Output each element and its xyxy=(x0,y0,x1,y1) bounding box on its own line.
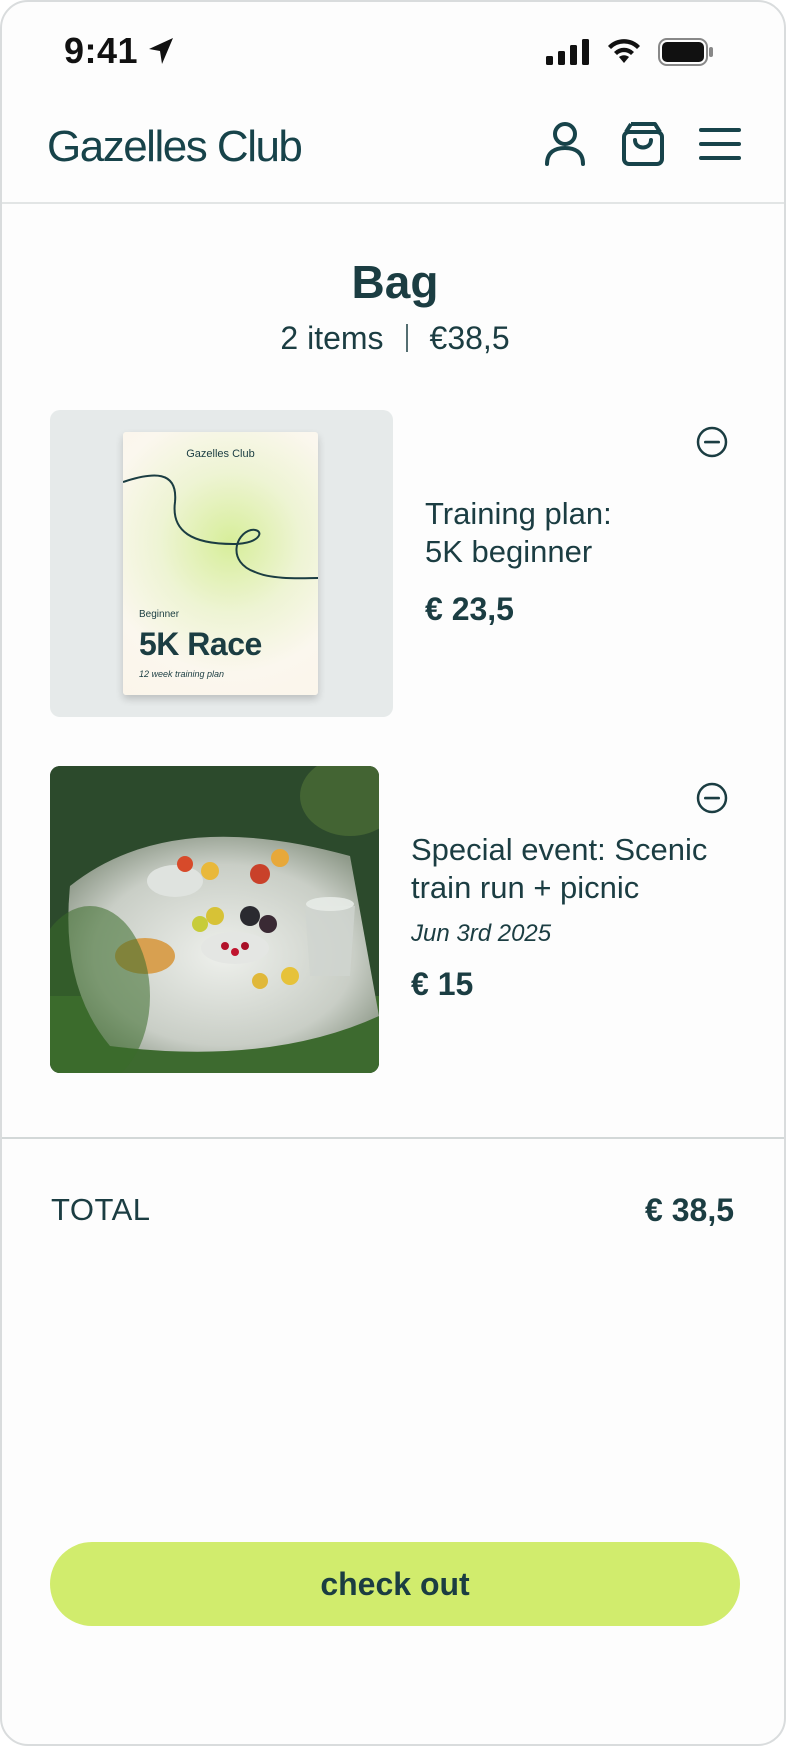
battery-icon xyxy=(658,38,713,66)
booklet-cover: Gazelles Club Beginner 5K Race 12 week t… xyxy=(123,432,318,695)
page-title: Bag xyxy=(351,256,439,308)
item-name-line: train run + picnic xyxy=(411,870,640,905)
summary-separator xyxy=(405,324,408,352)
location-arrow-icon xyxy=(149,38,173,64)
booklet-level: Beginner xyxy=(139,609,180,620)
status-indicators xyxy=(546,38,714,66)
item-name-line: Training plan: xyxy=(425,496,612,531)
item-price: € 15 xyxy=(411,966,474,1002)
checkout-button[interactable]: check out xyxy=(50,1542,740,1626)
item-name[interactable]: Training plan: 5K beginner xyxy=(425,495,612,571)
item-name-line: Special event: Scenic xyxy=(411,832,708,867)
user-icon[interactable] xyxy=(543,120,587,168)
item-name-line: 5K beginner xyxy=(425,534,593,569)
total-divider xyxy=(2,1137,784,1139)
item-count: 2 items xyxy=(280,320,384,356)
shopping-bag-icon[interactable] xyxy=(620,120,666,168)
booklet-title: 5K Race xyxy=(139,626,262,662)
booklet-brand: Gazelles Club xyxy=(186,448,255,460)
app-header: Gazelles Club xyxy=(2,102,784,204)
booklet-subtitle: 12 week training plan xyxy=(139,669,225,679)
status-time: 9:41 xyxy=(64,30,139,71)
bag-summary: 2 items €38,5 xyxy=(2,320,784,357)
picnic-image xyxy=(50,766,379,1073)
signal-icon xyxy=(546,39,589,65)
total-value: € 38,5 xyxy=(645,1192,734,1228)
total-label: TOTAL xyxy=(51,1192,151,1227)
picnic-event-photo[interactable] xyxy=(50,766,379,1073)
hamburger-menu-icon[interactable] xyxy=(698,126,742,162)
item-name[interactable]: Special event: Scenic train run + picnic xyxy=(411,831,707,907)
wifi-icon xyxy=(608,39,640,63)
brand-logo[interactable]: Gazelles Club xyxy=(47,122,303,172)
phone-frame: 9:41 Gazelles Club Bag 2 items €38,5 Gaz… xyxy=(0,0,786,1746)
remove-item-icon[interactable] xyxy=(695,425,729,459)
item-price: € 23,5 xyxy=(425,591,514,627)
remove-item-icon[interactable] xyxy=(695,781,729,815)
training-plan-thumbnail[interactable]: Gazelles Club Beginner 5K Race 12 week t… xyxy=(50,410,393,717)
bag-subtotal: €38,5 xyxy=(429,320,510,356)
event-date: Jun 3rd 2025 xyxy=(411,920,552,947)
